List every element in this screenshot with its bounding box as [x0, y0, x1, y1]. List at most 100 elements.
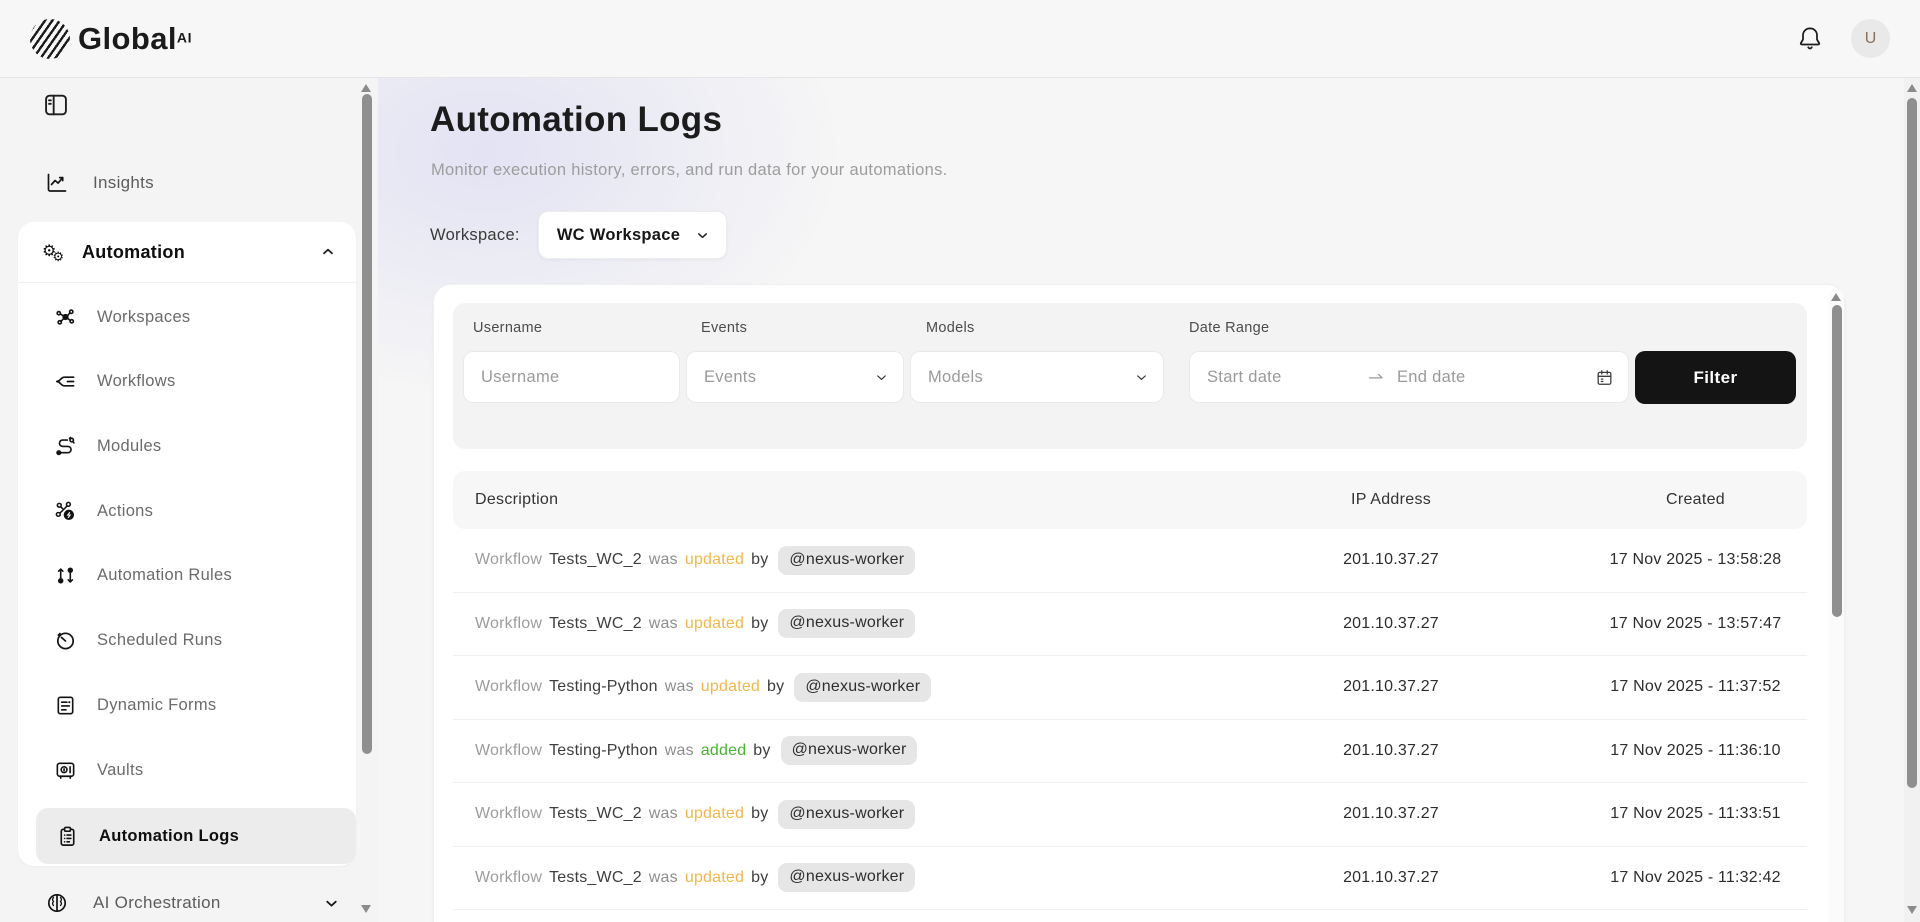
desc-by: by	[767, 678, 784, 696]
user-avatar[interactable]: U	[1851, 19, 1890, 58]
log-description: Workflow Tests_WC_2 was updated by @nexu…	[453, 546, 1198, 575]
scrollbar-down-arrow[interactable]	[361, 905, 371, 913]
gears-icon: ⚙⚙	[42, 244, 60, 260]
start-date-placeholder[interactable]: Start date	[1207, 368, 1357, 387]
events-select-value: Events	[704, 368, 756, 387]
desc-action: updated	[685, 805, 744, 823]
sidebar-item-scheduled-runs[interactable]: Scheduled Runs	[34, 618, 340, 662]
sidebar-item-automation-rules[interactable]: Automation Rules	[34, 553, 340, 597]
clipboard-icon	[56, 825, 79, 848]
sidebar-item-label: Automation Rules	[97, 566, 232, 585]
table-row[interactable]: Workflow Tests_WC_2 was updated by @nexu…	[453, 783, 1807, 847]
log-description: Workflow Tests_WC_2 was updated by @nexu…	[453, 800, 1198, 829]
sidebar-item-ai-orchestration[interactable]: AI Orchestration	[0, 883, 356, 922]
user-badge[interactable]: @nexus-worker	[778, 800, 915, 829]
chevron-down-icon	[1134, 370, 1149, 385]
chart-line-icon	[45, 171, 69, 195]
desc-prefix: Workflow	[475, 869, 542, 887]
user-badge[interactable]: @nexus-worker	[781, 736, 918, 765]
desc-entity: Testing-Python	[549, 678, 658, 696]
scrollbar-up-arrow[interactable]	[1907, 84, 1917, 92]
desc-verb: was	[649, 869, 678, 887]
user-badge[interactable]: @nexus-worker	[778, 609, 915, 638]
window-scrollbar[interactable]	[1904, 78, 1920, 922]
table-row[interactable]: Workflow Testing-Python was added by @ne…	[453, 720, 1807, 784]
safe-icon	[54, 759, 77, 782]
date-range-picker[interactable]: Start date End date	[1189, 351, 1629, 403]
desc-action: added	[701, 742, 747, 760]
user-badge[interactable]: @nexus-worker	[794, 673, 931, 702]
workspace-select[interactable]: WC Workspace	[538, 211, 727, 259]
scrollbar-thumb[interactable]	[362, 94, 372, 754]
models-select-value: Models	[928, 368, 983, 387]
merge-lines-icon	[54, 370, 77, 393]
panel-toggle-icon[interactable]	[42, 91, 70, 119]
username-filter-label: Username	[473, 320, 542, 336]
chevron-down-icon	[874, 370, 889, 385]
scrollbar-up-arrow[interactable]	[361, 84, 371, 92]
sidebar-item-dynamic-forms[interactable]: Dynamic Forms	[34, 683, 340, 727]
table-scrollbar[interactable]	[1829, 289, 1844, 922]
log-ip: 201.10.37.27	[1198, 742, 1584, 760]
user-badge[interactable]: @nexus-worker	[778, 863, 915, 892]
calendar-icon[interactable]	[1595, 368, 1614, 387]
date-range-filter-label: Date Range	[1189, 320, 1269, 336]
desc-prefix: Workflow	[475, 742, 542, 760]
sidebar-section-label: Automation	[82, 242, 300, 263]
sidebar-scrollbar[interactable]	[359, 78, 374, 922]
brand-superscript: AI	[177, 29, 192, 45]
chevron-down-icon	[323, 895, 340, 912]
scrollbar-down-arrow[interactable]	[1907, 906, 1917, 914]
username-input[interactable]	[481, 368, 665, 387]
workspace-label: Workspace:	[430, 226, 520, 245]
desc-by: by	[751, 869, 768, 887]
desc-action: updated	[685, 551, 744, 569]
sidebar-item-insights[interactable]: Insights	[0, 163, 356, 203]
sidebar-item-label: Vaults	[97, 761, 143, 780]
sidebar-item-modules[interactable]: Modules	[34, 424, 340, 468]
brand-logo: GlobalAI	[30, 18, 192, 60]
route-icon	[54, 435, 77, 458]
models-select[interactable]: Models	[910, 351, 1164, 403]
desc-action: updated	[685, 869, 744, 887]
timer-icon	[54, 629, 77, 652]
sidebar-item-actions[interactable]: Actions	[34, 489, 340, 533]
table-header-row: Description IP Address Created	[453, 471, 1807, 529]
table-row[interactable]: Workflow Tests_WC_2 was updated by @nexu…	[453, 529, 1807, 593]
desc-entity: Testing-Python	[549, 742, 658, 760]
sidebar-item-automation-logs[interactable]: Automation Logs	[36, 808, 356, 864]
sidebar-item-label: Workflows	[97, 372, 176, 391]
sidebar-item-label: Modules	[97, 437, 161, 456]
brand-text: Global	[78, 21, 177, 56]
table-row[interactable]: Workflow Tests_WC_2 was updated by @nexu…	[453, 593, 1807, 657]
desc-entity: Tests_WC_2	[549, 551, 642, 569]
user-badge[interactable]: @nexus-worker	[778, 546, 915, 575]
desc-action: updated	[701, 678, 760, 696]
log-created: 17 Nov 2025 - 11:33:51	[1584, 805, 1807, 823]
log-ip: 201.10.37.27	[1198, 678, 1584, 696]
log-description: Workflow Tests_WC_2 was updated by @nexu…	[453, 609, 1198, 638]
page-title: Automation Logs	[430, 100, 722, 140]
globe-logo-icon	[30, 19, 70, 59]
sidebar-item-workspaces[interactable]: Workspaces	[34, 295, 340, 339]
events-select[interactable]: Events	[686, 351, 904, 403]
end-date-placeholder[interactable]: End date	[1397, 368, 1585, 387]
sidebar: Insights ⚙⚙ Automation Workspaces Wor	[0, 78, 378, 922]
table-row[interactable]: Workflow Tests_WC_2 was updated by @nexu…	[453, 847, 1807, 911]
sidebar-section-automation[interactable]: ⚙⚙ Automation	[18, 222, 356, 283]
log-created: 17 Nov 2025 - 11:32:42	[1584, 869, 1807, 887]
notifications-bell-icon[interactable]	[1795, 24, 1825, 54]
log-created: 17 Nov 2025 - 11:36:10	[1584, 742, 1807, 760]
sidebar-item-label: Actions	[97, 502, 153, 521]
chevron-down-icon	[695, 228, 710, 243]
scrollbar-up-arrow[interactable]	[1831, 293, 1841, 301]
logs-card: Username Events Models Date Range Events…	[433, 284, 1845, 922]
scrollbar-thumb[interactable]	[1907, 98, 1917, 788]
desc-entity: Tests_WC_2	[549, 805, 642, 823]
sidebar-item-vaults[interactable]: Vaults	[34, 748, 340, 792]
sidebar-item-workflows[interactable]: Workflows	[34, 359, 340, 403]
filter-button[interactable]: Filter	[1635, 351, 1796, 404]
table-row[interactable]: Workflow Testing-Python was updated by @…	[453, 656, 1807, 720]
desc-by: by	[751, 615, 768, 633]
scrollbar-thumb[interactable]	[1832, 305, 1842, 617]
